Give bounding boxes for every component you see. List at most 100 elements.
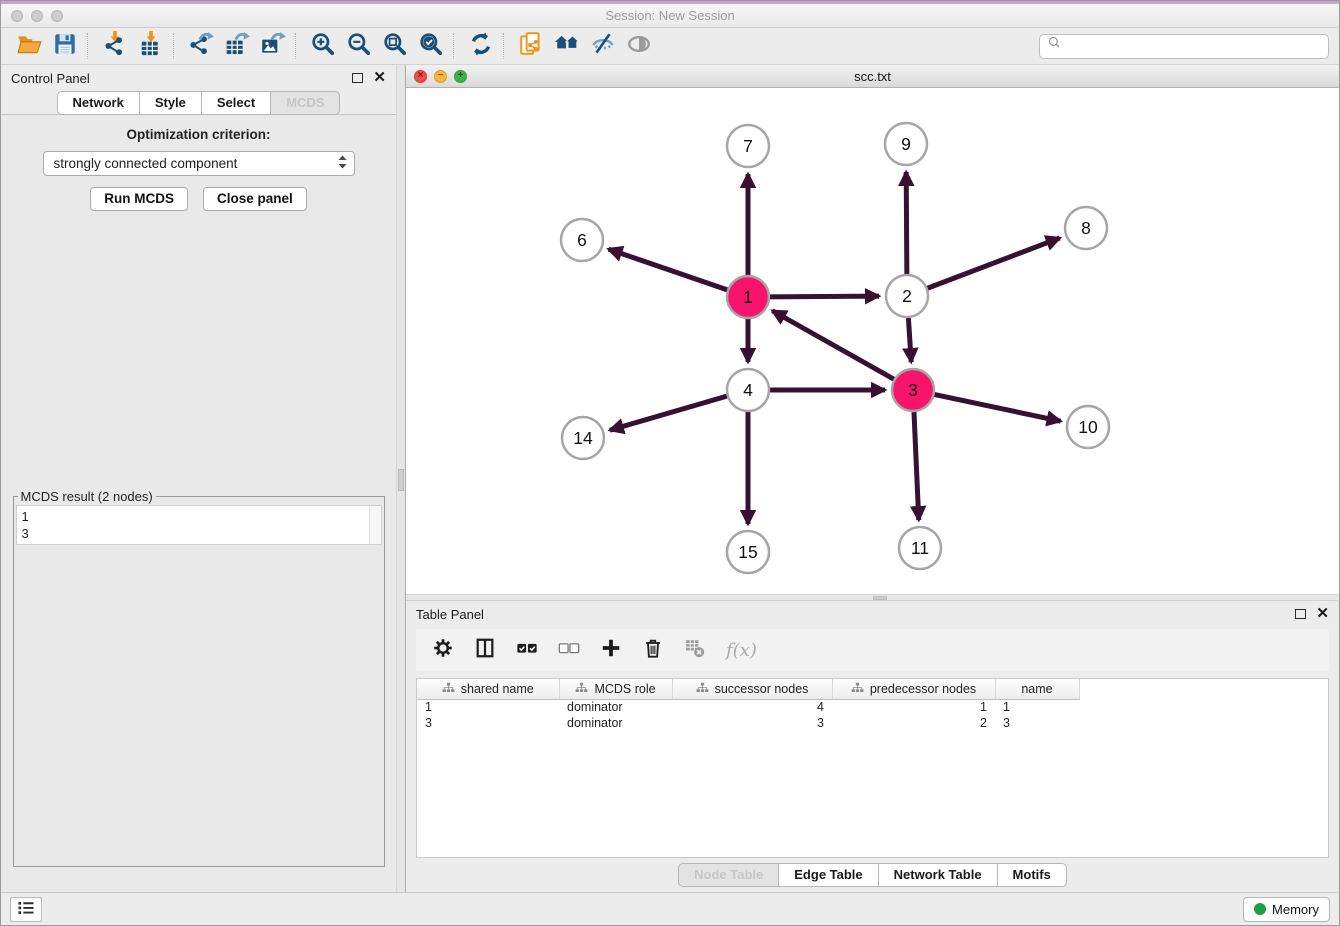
network-frame-titlebar[interactable]: × − + scc.txt [406,65,1339,88]
edge-4-14[interactable] [610,395,731,430]
edge-2-3[interactable] [908,314,911,362]
node-6[interactable]: 6 [561,219,603,261]
table-cell[interactable]: 1 [417,699,559,715]
node-4[interactable]: 4 [727,369,769,411]
deselect-all-checkbox-button[interactable] [558,637,580,664]
gear-button[interactable] [432,637,454,664]
delete-column-button[interactable] [642,637,664,664]
export-table-button[interactable] [219,31,255,61]
export-image-button[interactable] [255,31,291,61]
select-all-checkbox-button[interactable] [516,637,538,664]
save-session-button[interactable] [47,31,83,61]
edge-3-10[interactable] [931,394,1061,421]
column-view-icon [474,637,496,664]
memory-button[interactable]: Memory [1243,897,1330,922]
table-cell[interactable]: dominator [559,699,672,715]
tab-node-table[interactable]: Node Table [678,863,779,887]
tab-edge-table[interactable]: Edge Table [778,863,878,887]
mcds-tab-content: Optimization criterion: strongly connect… [1,114,396,892]
column-header-shared-name[interactable]: shared name [417,679,559,699]
search-box[interactable] [1039,34,1329,59]
table-row[interactable]: 3dominator323 [417,715,1079,731]
close-panel-icon[interactable]: ✕ [373,73,386,83]
mcds-result-group: MCDS result (2 nodes) 13 [13,489,385,867]
table-row[interactable]: 1dominator411 [417,699,1079,715]
edge-1-2[interactable] [766,296,879,297]
optimization-criterion-select[interactable]: strongly connected component [43,151,355,176]
first-neighbors-button[interactable] [549,31,585,61]
zoom-out-button[interactable] [341,31,377,61]
network-view-frame: × − + scc.txt 7 9 6 8 1 2 4 3 14 10 15 11 [406,65,1339,594]
table-cell[interactable]: 1 [995,699,1079,715]
tab-mcds[interactable]: MCDS [270,91,340,115]
add-column-icon [600,637,622,664]
tab-network-table[interactable]: Network Table [878,863,998,887]
result-item[interactable]: 1 [22,508,376,525]
node-11[interactable]: 11 [899,527,941,569]
node-14[interactable]: 14 [562,417,604,459]
table-cell[interactable]: 3 [417,715,559,731]
import-table-icon [138,31,164,62]
column-label: successor nodes [715,682,809,696]
tab-select[interactable]: Select [201,91,271,115]
edge-3-11[interactable] [914,408,919,520]
edge-2-8[interactable] [924,238,1060,290]
search-input[interactable] [1069,39,1321,54]
zoom-fit-button[interactable] [377,31,413,61]
edge-2-9[interactable] [906,172,907,278]
column-header-successor-nodes[interactable]: successor nodes [672,679,832,699]
node-15[interactable]: 15 [727,531,769,573]
hide-selected-button[interactable] [585,31,621,61]
network-frame-title: scc.txt [406,69,1339,84]
table-cell[interactable]: 3 [995,715,1079,731]
float-panel-icon[interactable] [352,73,363,83]
table-cell[interactable]: 2 [832,715,995,731]
result-item[interactable]: 3 [22,525,376,542]
import-table-button[interactable] [133,31,169,61]
network-canvas[interactable]: 7 9 6 8 1 2 4 3 14 10 15 11 [406,88,1339,594]
column-header-name[interactable]: name [995,679,1079,699]
table-cell[interactable]: 4 [672,699,832,715]
node-2[interactable]: 2 [886,275,928,317]
tab-motifs[interactable]: Motifs [997,863,1067,887]
export-network-button[interactable] [183,31,219,61]
vertical-splitter[interactable] [396,65,406,892]
column-header-predecessor-nodes[interactable]: predecessor nodes [832,679,995,699]
column-view-button[interactable] [474,637,496,664]
node-9[interactable]: 9 [885,123,927,165]
result-scrollbar[interactable] [369,506,381,544]
run-mcds-button[interactable]: Run MCDS [90,187,188,211]
node-7[interactable]: 7 [727,125,769,167]
node-3[interactable]: 3 [892,369,934,411]
node-8[interactable]: 8 [1065,207,1107,249]
clone-network-button[interactable] [513,31,549,61]
horizontal-splitter-handle[interactable] [873,596,887,600]
open-session-button[interactable] [11,31,47,61]
mcds-result-list[interactable]: 13 [16,505,382,545]
vertical-splitter-handle[interactable] [398,469,404,491]
apply-layout-button[interactable] [463,31,499,61]
zoom-in-button[interactable] [305,31,341,61]
task-history-button[interactable] [10,897,42,922]
column-header-MCDS-role[interactable]: MCDS role [559,679,672,699]
table-cell[interactable]: dominator [559,715,672,731]
edge-3-1[interactable] [772,311,897,381]
float-table-panel-icon[interactable] [1295,609,1306,619]
tab-network[interactable]: Network [57,91,140,115]
zoom-selected-button[interactable] [413,31,449,61]
import-network-button[interactable] [97,31,133,61]
tab-style[interactable]: Style [139,91,202,115]
node-10[interactable]: 10 [1067,406,1109,448]
horizontal-splitter[interactable] [406,594,1339,601]
close-mcds-panel-button[interactable]: Close panel [203,187,307,211]
edge-1-6[interactable] [608,249,730,291]
node-1[interactable]: 1 [727,276,769,318]
column-label: shared name [461,682,534,696]
table-cell[interactable]: 3 [672,715,832,731]
close-table-panel-icon[interactable]: ✕ [1316,609,1329,619]
open-session-icon [16,31,42,62]
network-graph: 7 9 6 8 1 2 4 3 14 10 15 11 [406,88,1339,594]
select-all-checkbox-icon [516,637,538,664]
add-column-button[interactable] [600,637,622,664]
table-cell[interactable]: 1 [832,699,995,715]
